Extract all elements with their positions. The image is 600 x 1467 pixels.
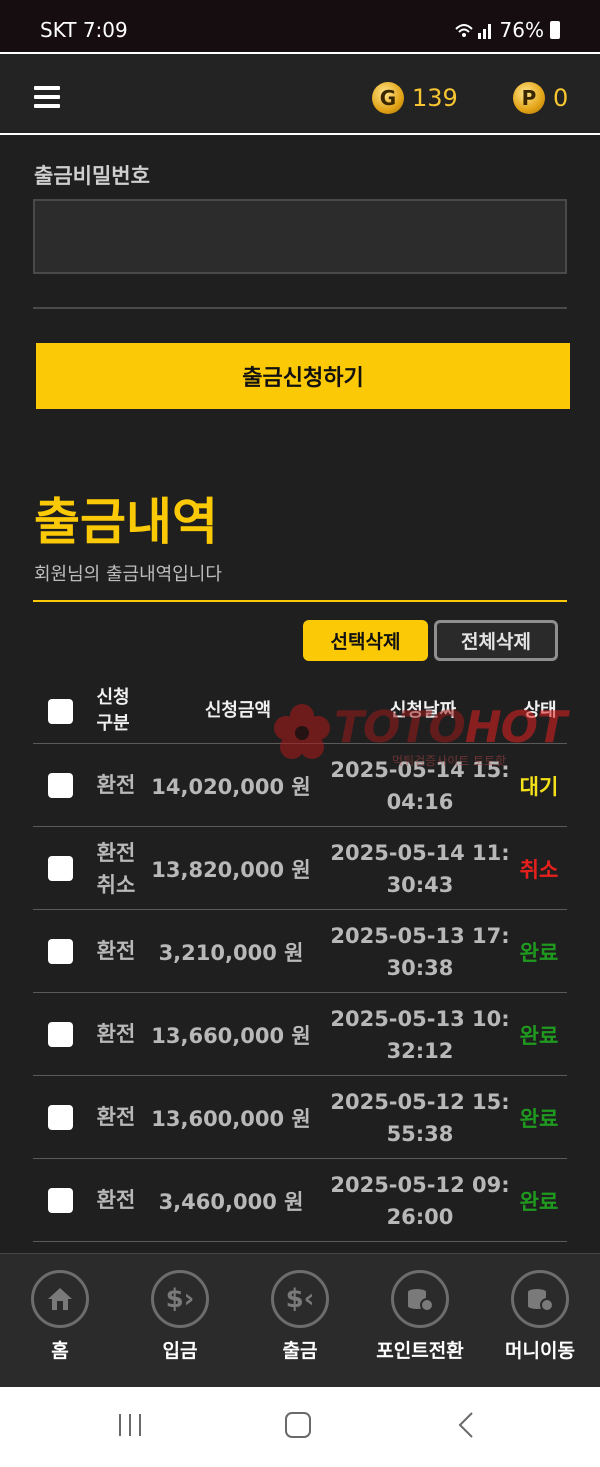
withdraw-submit-button[interactable]: 출금신청하기 [36,343,570,409]
row-amount: 3,210,000 원 [158,941,304,965]
p-coin-value: 0 [553,84,569,112]
column-date: 신청날짜 [389,700,457,721]
table-row: 환전 취소 13,820,000 원 2025-05-14 11:30:43 취… [33,827,567,910]
status-bar: SKT 7:09 76% [0,0,600,52]
row-checkbox[interactable] [48,856,73,881]
recent-apps-icon[interactable] [116,1411,144,1439]
app-header: G 139 P 0 [0,52,600,135]
p-coin-icon: P [513,82,545,114]
g-coin-icon: G [372,82,404,114]
row-date: 2025-05-12 09:26:00 [330,1173,510,1229]
deposit-icon: $› [151,1270,209,1328]
row-date: 2025-05-13 17:30:38 [330,924,510,980]
row-date: 2025-05-14 11:30:43 [330,841,510,897]
row-date: 2025-05-12 15:55:38 [330,1090,510,1146]
row-checkbox[interactable] [48,1188,73,1213]
history-subtitle: 회원님의 출금내역입니다 [34,564,222,585]
coins-icon [511,1270,569,1328]
accent-divider [33,600,567,602]
g-coin-balance: G 139 [372,82,458,114]
system-nav-bar [0,1387,600,1467]
row-status: 완료 [519,1190,559,1214]
nav-home-label: 홈 [51,1340,69,1362]
battery-icon [550,21,560,39]
password-label: 출금비밀번호 [34,164,150,188]
nav-deposit[interactable]: $› 입금 [120,1270,240,1363]
status-icons: 76% [454,18,560,42]
nav-point-convert-label: 포인트전환 [376,1340,464,1362]
row-type: 환전 [96,1022,136,1046]
row-status: 완료 [519,1024,559,1048]
row-status: 취소 [519,858,559,882]
column-status: 상태 [523,700,557,721]
row-type: 환전 [96,939,136,963]
row-date: 2025-05-14 15:04:16 [330,758,510,814]
select-all-checkbox[interactable] [48,699,73,724]
nav-withdraw-label: 출금 [282,1340,318,1362]
row-type: 환전 [96,773,136,797]
row-status: 대기 [519,775,559,799]
row-status: 완료 [519,941,559,965]
row-type: 환전 [96,1105,136,1129]
delete-selected-button[interactable]: 선택삭제 [303,620,428,661]
table-row: 환전 3,210,000 원 2025-05-13 17:30:38 완료 [33,910,567,993]
row-type: 환전 [96,1188,136,1212]
wifi-signal-icon [454,24,491,39]
password-field[interactable] [33,199,567,274]
row-checkbox[interactable] [48,939,73,964]
nav-home[interactable]: 홈 [0,1270,120,1363]
divider [33,307,567,309]
home-button-icon[interactable] [284,1411,312,1439]
withdraw-icon: $‹ [271,1270,329,1328]
nav-deposit-label: 입금 [162,1340,198,1362]
row-amount: 13,660,000 원 [151,1024,311,1048]
table-header: 신청 구분 신청금액 신청날짜 상태 [33,678,567,744]
nav-money-transfer-label: 머니이동 [505,1340,575,1362]
table-row: 환전 3,460,000 원 2025-05-12 09:26:00 완료 [33,1159,567,1242]
table-row: 환전 13,600,000 원 2025-05-12 15:55:38 완료 [33,1076,567,1159]
nav-withdraw[interactable]: $‹ 출금 [240,1270,360,1363]
table-row: 환전 14,020,000 원 2025-05-14 15:04:16 대기 [33,744,567,827]
row-amount: 13,600,000 원 [151,1107,311,1131]
history-table: 신청 구분 신청금액 신청날짜 상태 환전 14,020,000 원 2025-… [33,678,567,1242]
row-status: 완료 [519,1107,559,1131]
row-checkbox[interactable] [48,773,73,798]
coins-icon [391,1270,449,1328]
history-title: 출금내역 [34,493,218,551]
carrier-time: SKT 7:09 [40,18,128,42]
nav-money-transfer[interactable]: 머니이동 [480,1270,600,1363]
row-amount: 14,020,000 원 [151,775,311,799]
nav-point-convert[interactable]: 포인트전환 [360,1270,480,1363]
p-coin-balance: P 0 [513,82,568,114]
bottom-nav: 홈 $› 입금 $‹ 출금 포인트전환 머니이동 [0,1253,600,1387]
menu-icon[interactable] [34,86,60,108]
row-amount: 13,820,000 원 [151,858,311,882]
row-type: 환전 취소 [96,841,136,897]
row-date: 2025-05-13 10:32:12 [330,1007,510,1063]
home-icon [31,1270,89,1328]
g-coin-value: 139 [412,84,458,112]
row-checkbox[interactable] [48,1022,73,1047]
back-icon[interactable] [454,1411,482,1439]
column-type: 신청 구분 [96,687,130,734]
row-amount: 3,460,000 원 [158,1190,304,1214]
column-amount: 신청금액 [204,700,272,721]
battery-percent: 76% [499,18,544,42]
table-row: 환전 13,660,000 원 2025-05-13 10:32:12 완료 [33,993,567,1076]
delete-all-button[interactable]: 전체삭제 [434,620,558,661]
row-checkbox[interactable] [48,1105,73,1130]
